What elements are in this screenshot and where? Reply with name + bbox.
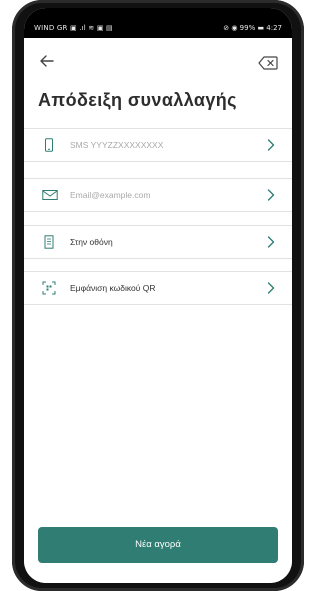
bottom-bar: Νέα αγορά xyxy=(24,513,292,583)
qr-code-icon xyxy=(42,281,56,295)
chevron-right-icon xyxy=(266,138,276,152)
option-qr-label: Εμφάνιση κωδικού QR xyxy=(70,283,156,293)
option-screen-label: Στην οθόνη xyxy=(70,237,113,247)
option-screen[interactable]: Στην οθόνη xyxy=(24,225,292,259)
back-button[interactable] xyxy=(38,52,56,70)
option-email[interactable]: Email@example.com xyxy=(24,178,292,212)
option-qr[interactable]: Εμφάνιση κωδικού QR xyxy=(24,271,292,305)
new-purchase-button[interactable]: Νέα αγορά xyxy=(38,527,278,563)
phone-icon xyxy=(42,138,56,152)
option-email-label: Email@example.com xyxy=(70,190,151,200)
page-title: Απόδειξη συναλλαγής xyxy=(38,90,237,110)
backspace-x-icon xyxy=(258,56,278,70)
header: Απόδειξη συναλλαγής xyxy=(24,38,292,134)
chevron-right-icon xyxy=(266,281,276,295)
option-sms-label: SMS YYYZZXXXXXXXX xyxy=(70,140,164,150)
receipt-icon xyxy=(42,235,56,249)
receipt-options-list: SMS YYYZZXXXXXXXX Email@example.com Στην… xyxy=(24,128,292,523)
status-left: WIND GR ▣ .ıl ≋ ▣ ▤ xyxy=(34,24,113,32)
envelope-icon xyxy=(42,188,58,202)
status-bar: WIND GR ▣ .ıl ≋ ▣ ▤ ⊘ ◉ 99% ▬ 4:27 xyxy=(24,8,292,38)
option-sms[interactable]: SMS YYYZZXXXXXXXX xyxy=(24,128,292,162)
chevron-right-icon xyxy=(266,235,276,249)
arrow-left-icon xyxy=(40,55,54,67)
status-right: ⊘ ◉ 99% ▬ 4:27 xyxy=(223,24,282,32)
app-screen: WIND GR ▣ .ıl ≋ ▣ ▤ ⊘ ◉ 99% ▬ 4:27 Απόδε… xyxy=(24,8,292,583)
clear-button[interactable] xyxy=(258,56,278,70)
chevron-right-icon xyxy=(266,188,276,202)
